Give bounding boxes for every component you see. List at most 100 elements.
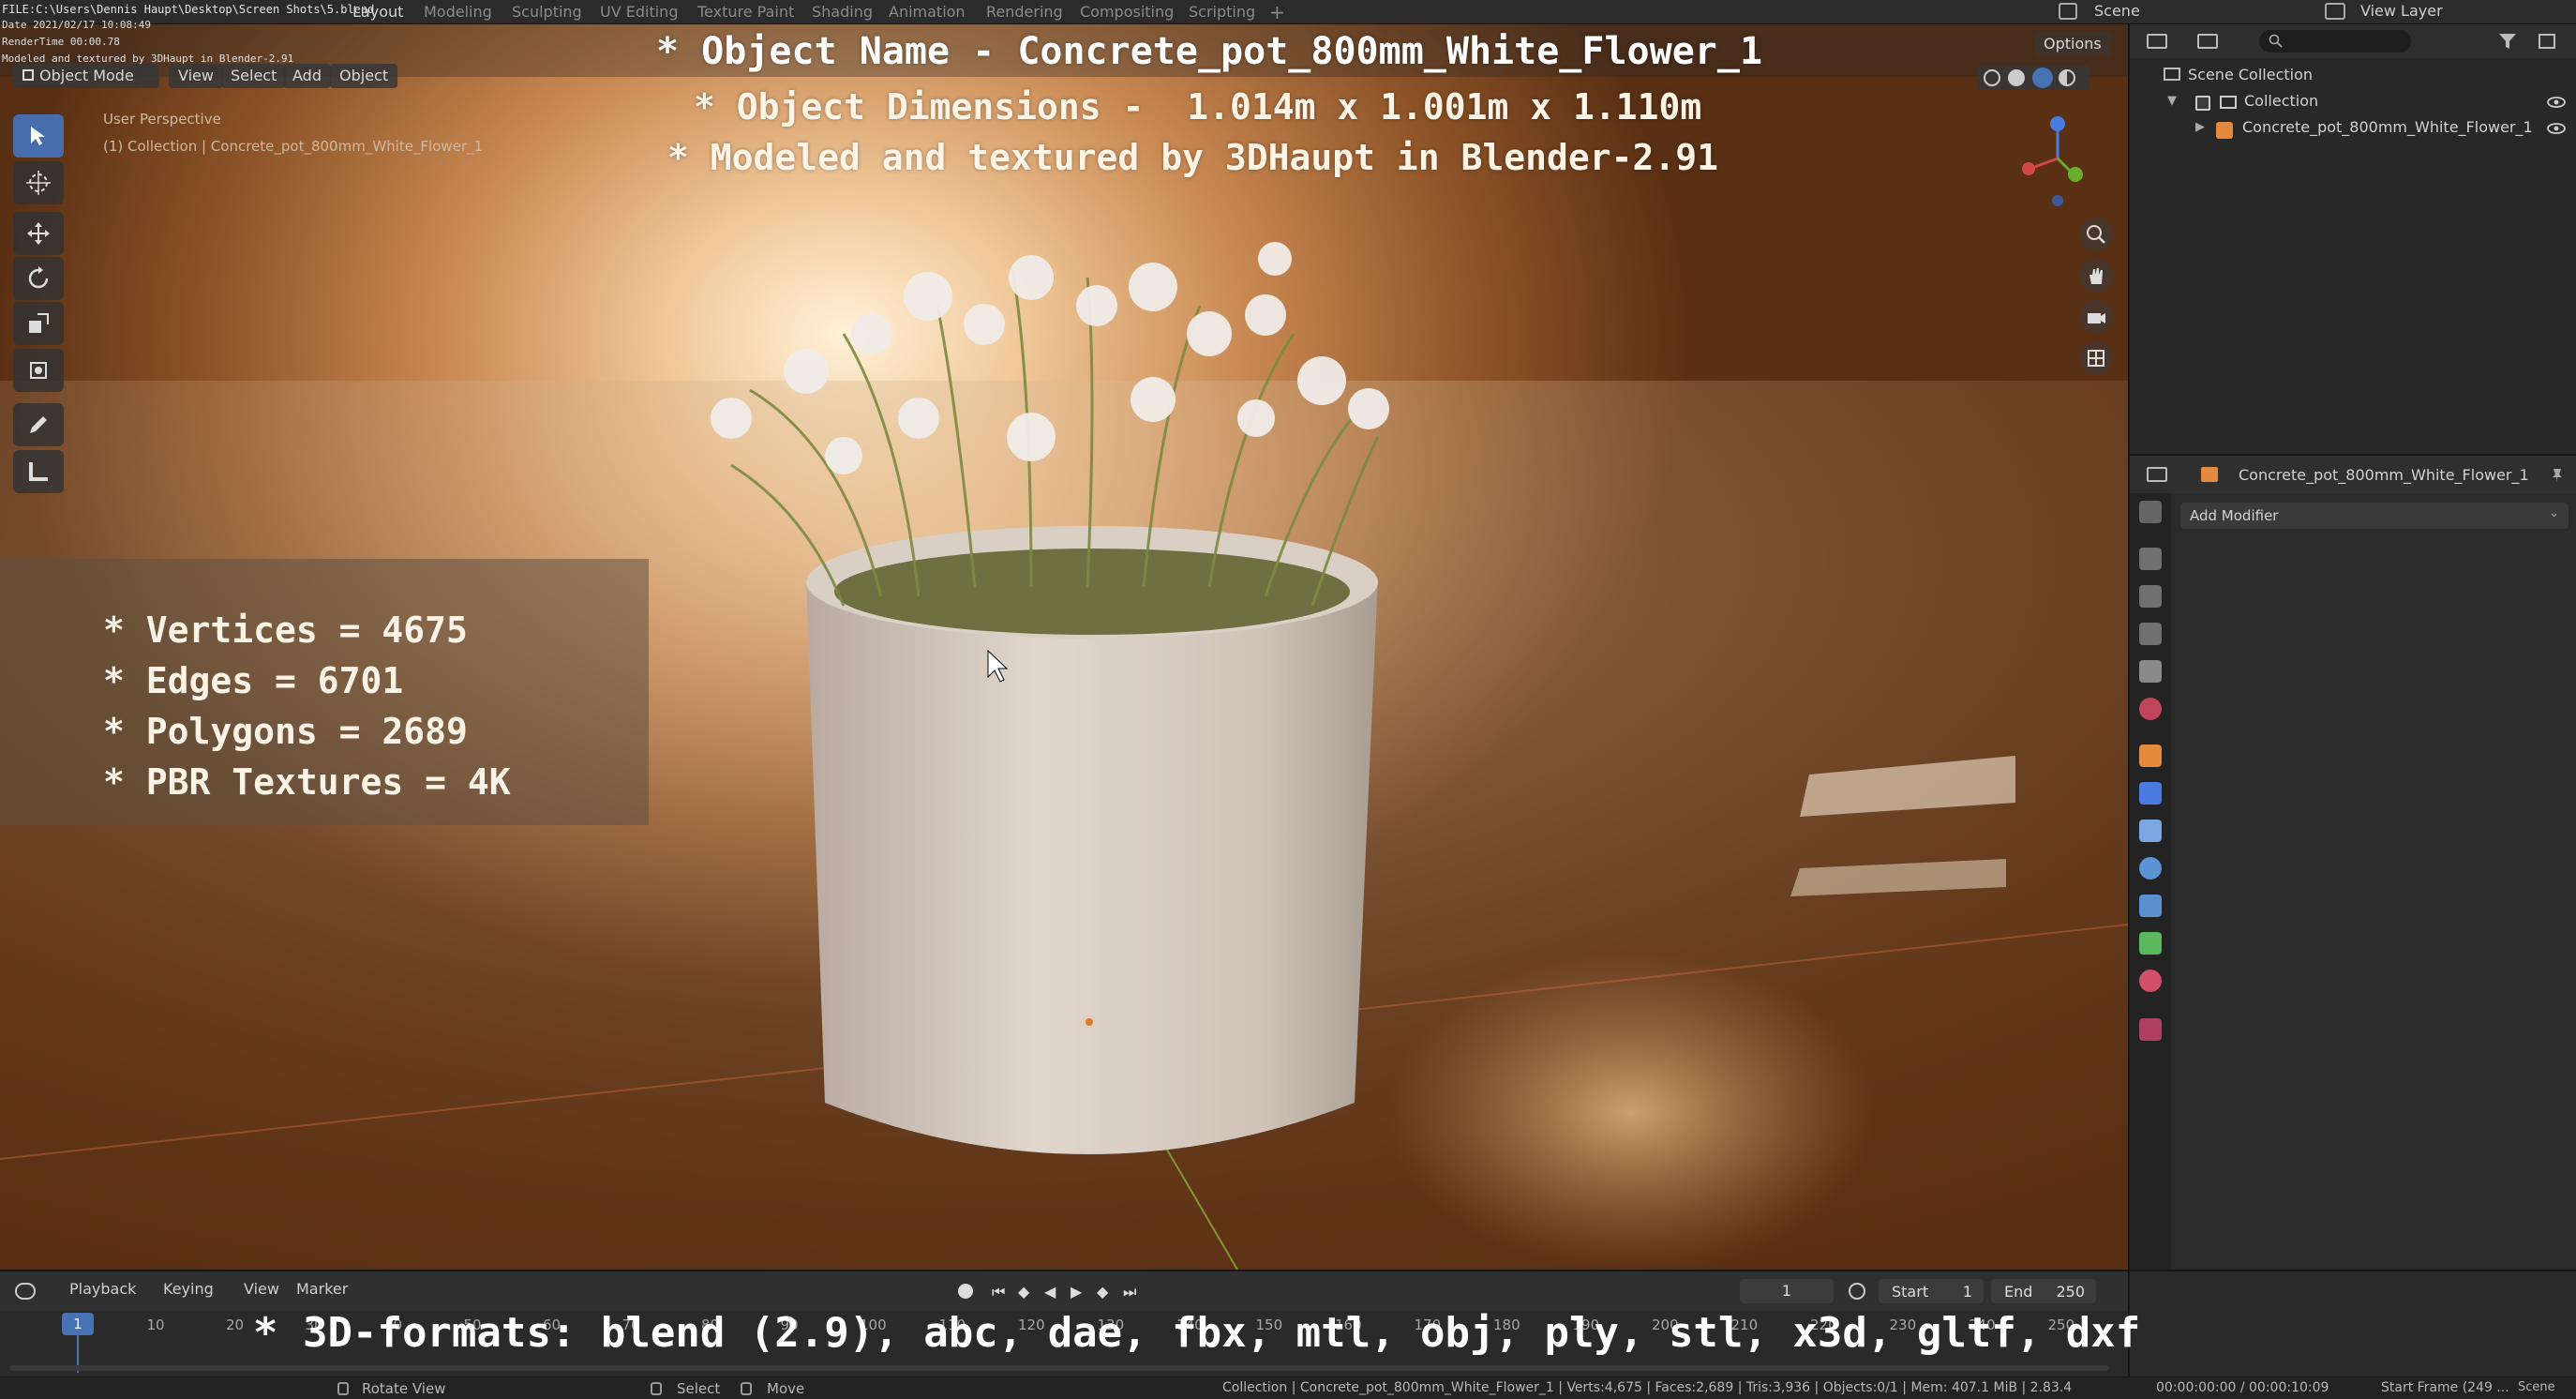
material-preview-icon[interactable] xyxy=(2032,68,2053,88)
navigation-gizmo[interactable] xyxy=(2015,107,2100,210)
stat-textures: * PBR Textures = 4K xyxy=(103,761,511,803)
modifier-tab-icon[interactable] xyxy=(2139,782,2162,805)
ortho-view-button[interactable] xyxy=(2079,341,2113,375)
mouse-left-icon xyxy=(651,1382,662,1395)
cursor-tool[interactable] xyxy=(13,161,64,204)
camera-view-button[interactable] xyxy=(2079,300,2113,334)
view-layer-icon[interactable] xyxy=(2325,3,2345,20)
move-icon xyxy=(27,222,50,245)
measure-tool[interactable] xyxy=(13,450,64,493)
texture-tab-icon[interactable] xyxy=(2139,1018,2162,1041)
3d-viewport[interactable]: Object Mode View Select Add Object Optio… xyxy=(0,24,2128,1270)
add-modifier-dropdown[interactable]: Add Modifier ⌄ xyxy=(2180,503,2569,529)
menu-keying[interactable]: Keying xyxy=(163,1280,214,1298)
rotate-tool[interactable] xyxy=(13,257,64,300)
menu-playback[interactable]: Playback xyxy=(69,1280,136,1298)
jump-start-icon[interactable]: ⏮ xyxy=(992,1283,1005,1301)
start-frame-field[interactable]: Start 1 xyxy=(1879,1279,1984,1303)
play-reverse-icon[interactable]: ◀ xyxy=(1044,1283,1056,1301)
menu-timeline-view[interactable]: View xyxy=(244,1280,279,1298)
timeline-scrollbar[interactable] xyxy=(9,1365,2109,1371)
status-timecode: 00:00:00:00 / 00:00:10:09 xyxy=(2156,1380,2329,1395)
physics-tab-icon[interactable] xyxy=(2139,857,2162,880)
annotate-tool[interactable] xyxy=(13,403,64,446)
mode-selector[interactable]: Object Mode xyxy=(13,64,159,88)
workspace-tab-modeling[interactable]: Modeling xyxy=(424,3,492,22)
collection-label[interactable]: Collection xyxy=(2244,92,2318,110)
date-stamp: Date 2021/02/17 10:08:49 xyxy=(2,19,151,31)
filter-icon[interactable] xyxy=(2497,32,2518,51)
tool-tab-icon[interactable] xyxy=(2139,501,2162,523)
scale-tool[interactable] xyxy=(13,302,64,345)
display-mode-icon[interactable] xyxy=(2197,34,2218,49)
play-icon[interactable]: ▶ xyxy=(1071,1283,1082,1301)
zoom-view-button[interactable] xyxy=(2079,218,2113,251)
move-tool[interactable] xyxy=(13,212,64,255)
mesh-data-tab-icon[interactable] xyxy=(2139,932,2162,955)
menu-view[interactable]: View xyxy=(169,64,223,88)
select-box-tool[interactable] xyxy=(13,114,64,158)
scene-icon[interactable] xyxy=(2059,3,2077,20)
view-layer-tab-icon[interactable] xyxy=(2139,623,2162,645)
eye-icon[interactable] xyxy=(2546,96,2567,109)
prev-keyframe-icon[interactable]: ◆ xyxy=(1018,1283,1029,1301)
menu-marker[interactable]: Marker xyxy=(296,1280,348,1298)
jump-end-icon[interactable]: ⏭ xyxy=(1123,1283,1136,1301)
workspace-tab-uv-editing[interactable]: UV Editing xyxy=(600,3,678,22)
add-workspace-button[interactable]: + xyxy=(1269,3,1285,22)
status-scene: Scene xyxy=(2518,1380,2555,1394)
constraints-tab-icon[interactable] xyxy=(2139,895,2162,917)
playhead-frame[interactable]: 1 xyxy=(62,1313,94,1335)
object-row-label[interactable]: Concrete_pot_800mm_White_Flower_1 xyxy=(2242,118,2533,136)
view-layer-selector[interactable]: View Layer xyxy=(2360,2,2443,20)
scene-tab-icon[interactable] xyxy=(2139,660,2162,683)
object-tab-icon[interactable] xyxy=(2139,745,2162,767)
status-scene-info: Collection | Concrete_pot_800mm_White_Fl… xyxy=(1222,1380,2073,1395)
collection-expand-arrow[interactable]: ▼ xyxy=(2167,94,2177,108)
end-frame-field[interactable]: End 250 xyxy=(1991,1279,2096,1303)
pin-icon[interactable] xyxy=(2550,467,2565,484)
object-expand-arrow[interactable]: ▶ xyxy=(2195,120,2205,134)
grid-icon xyxy=(2088,350,2104,367)
chevron-down-icon: ⌄ xyxy=(2549,506,2559,520)
scene-collection-label[interactable]: Scene Collection xyxy=(2188,66,2313,83)
workspace-tab-compositing[interactable]: Compositing xyxy=(1080,3,1174,22)
record-icon[interactable] xyxy=(958,1284,973,1299)
new-collection-icon[interactable] xyxy=(2539,34,2555,49)
eye-icon[interactable] xyxy=(2546,122,2567,135)
render-tab-icon[interactable] xyxy=(2139,548,2162,570)
menu-add[interactable]: Add xyxy=(283,64,331,88)
workspace-tab-animation[interactable]: Animation xyxy=(889,3,966,22)
timeline-tick: 10 xyxy=(146,1316,165,1333)
collection-checkbox[interactable] xyxy=(2195,96,2210,111)
add-modifier-label: Add Modifier xyxy=(2190,507,2279,524)
wireframe-shading-icon[interactable] xyxy=(1984,69,2000,86)
overlay-formats: * 3D-formats: blend (2.9), abc, dae, fbx… xyxy=(253,1309,2141,1357)
clock-icon[interactable] xyxy=(15,1283,36,1300)
properties-tabs xyxy=(2130,493,2171,1271)
workspace-tab-texture-paint[interactable]: Texture Paint xyxy=(697,3,794,22)
workspace-tab-sculpting[interactable]: Sculpting xyxy=(512,3,582,22)
editor-type-icon[interactable] xyxy=(2147,34,2167,49)
workspace-tab-shading[interactable]: Shading xyxy=(812,3,873,22)
status-move: Move xyxy=(767,1380,805,1397)
transform-tool[interactable] xyxy=(13,349,64,392)
scene-selector[interactable]: Scene xyxy=(2094,2,2140,20)
workspace-tab-scripting[interactable]: Scripting xyxy=(1189,3,1255,22)
output-tab-icon[interactable] xyxy=(2139,585,2162,608)
preview-range-icon[interactable] xyxy=(1849,1283,1865,1300)
world-tab-icon[interactable] xyxy=(2139,698,2162,720)
options-button[interactable]: Options xyxy=(2034,32,2111,56)
menu-select[interactable]: Select xyxy=(221,64,287,88)
next-keyframe-icon[interactable]: ◆ xyxy=(1097,1283,1108,1301)
current-frame-field[interactable]: 1 xyxy=(1740,1279,1834,1303)
solid-shading-icon[interactable] xyxy=(2008,69,2025,86)
material-tab-icon[interactable] xyxy=(2139,970,2162,992)
menu-object[interactable]: Object xyxy=(330,64,398,88)
editor-type-icon[interactable] xyxy=(2147,467,2167,482)
particles-tab-icon[interactable] xyxy=(2139,820,2162,842)
rendered-shading-icon[interactable] xyxy=(2059,69,2075,86)
pan-view-button[interactable] xyxy=(2079,259,2113,293)
outliner-search-input[interactable] xyxy=(2259,30,2411,53)
workspace-tab-rendering[interactable]: Rendering xyxy=(986,3,1063,22)
